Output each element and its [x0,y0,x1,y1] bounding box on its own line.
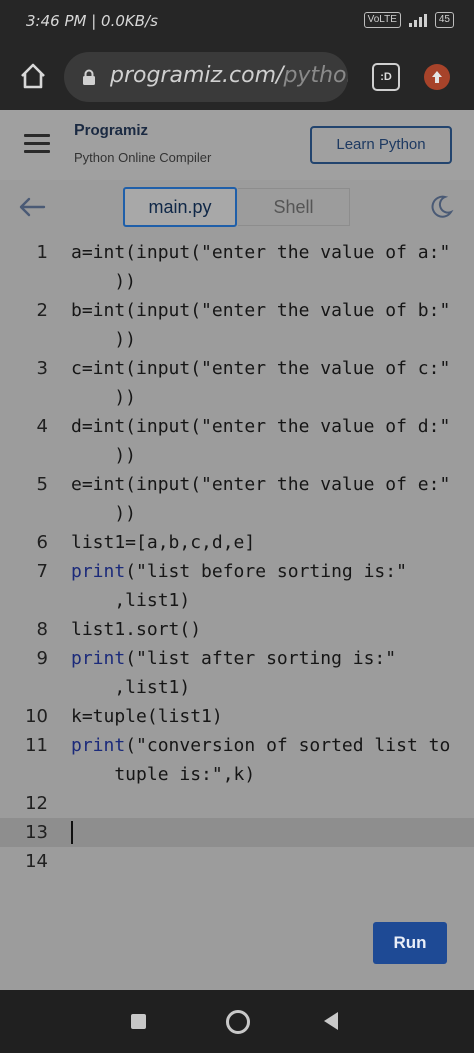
line-number: 9 [36,648,48,669]
line-number: 14 [25,851,48,872]
hamburger-menu-icon[interactable] [24,134,50,154]
battery-icon: 45 [434,12,454,28]
arrow-up-icon [432,71,442,83]
upload-icon[interactable] [424,64,450,90]
home-button-icon[interactable] [226,1010,250,1034]
code-line[interactable]: tuple is:",k) [0,760,474,789]
code-line[interactable]: 10 k=tuple(list1) [0,702,474,731]
url-path: python [283,63,348,88]
code-line[interactable]: 1 a=int(input("enter the value of a:" [0,238,474,267]
programiz-logo[interactable]: Programiz [74,122,148,140]
line-number: 8 [36,619,48,640]
line-number: 5 [36,474,48,495]
code-text: list1.sort() [71,619,202,640]
code-text: a=int(input("enter the value of a:" [71,242,451,263]
code-line[interactable]: 4 d=int(input("enter the value of d:" [0,412,474,441]
url-text: programiz.com/python [110,63,348,88]
status-icons: VoLTE 45 [363,12,454,28]
code-text: ,list1) [71,677,191,698]
code-text: c=int(input("enter the value of c:" [71,358,451,379]
code-text: print("list before sorting is:" [71,561,407,582]
code-text: )) [71,387,137,408]
line-number: 7 [36,561,48,582]
code-line[interactable]: ,list1) [0,673,474,702]
code-line[interactable]: )) [0,441,474,470]
code-text: k=tuple(list1) [71,706,223,727]
site-header: Programiz Python Online Compiler Learn P… [0,110,474,181]
line-number: 4 [36,416,48,437]
dark-mode-moon-icon[interactable] [428,194,454,220]
logo-mark: P [74,122,85,139]
browser-url-bar: programiz.com/python :D [0,44,474,110]
line-number: 1 [36,242,48,263]
code-line[interactable]: 14 [0,847,474,876]
code-text: b=int(input("enter the value of b:" [71,300,451,321]
home-icon[interactable] [18,61,48,91]
code-line[interactable]: 2 b=int(input("enter the value of b:" [0,296,474,325]
keyword-print: print [71,735,126,756]
editor-toolbar: main.py Shell [0,180,474,237]
logo-text: rogramiz [84,122,149,139]
code-line[interactable]: )) [0,383,474,412]
line-number: 6 [36,532,48,553]
status-time: 3:46 PM | 0.0KB/s [26,12,158,30]
network-badge: VoLTE [363,12,401,28]
line-number: 12 [25,793,48,814]
code-text: ,list1) [71,590,191,611]
code-line[interactable]: )) [0,267,474,296]
code-text: )) [71,271,137,292]
line-number: 11 [25,735,48,756]
tabs-switcher-icon[interactable]: :D [372,63,400,91]
keyword-print: print [71,648,126,669]
code-text: )) [71,445,137,466]
keyword-print: print [71,561,126,582]
battery-level: 45 [438,14,450,25]
signal-icon [408,13,427,27]
system-nav-bar [0,990,474,1053]
code-text: e=int(input("enter the value of e:" [71,474,451,495]
back-triangle-icon[interactable] [324,1012,338,1030]
code-line[interactable]: 7 print("list before sorting is:" [0,557,474,586]
active-code-line[interactable]: 13 [0,818,474,847]
code-line[interactable]: 6 list1=[a,b,c,d,e] [0,528,474,557]
code-line[interactable]: 8 list1.sort() [0,615,474,644]
code-text: print("conversion of sorted list to [71,735,451,756]
line-number: 2 [36,300,48,321]
line-number: 13 [25,822,48,843]
lock-icon [83,69,95,85]
code-line[interactable]: ,list1) [0,586,474,615]
recents-icon[interactable] [131,1014,146,1029]
code-line[interactable]: 3 c=int(input("enter the value of c:" [0,354,474,383]
code-line[interactable]: 5 e=int(input("enter the value of e:" [0,470,474,499]
code-text: print("list after sorting is:" [71,648,397,669]
code-line[interactable]: 12 [0,789,474,818]
code-editor[interactable]: 1 a=int(input("enter the value of a:" )) … [0,236,474,990]
tab-shell[interactable]: Shell [238,188,350,226]
run-button[interactable]: Run [373,922,447,964]
status-bar: 3:46 PM | 0.0KB/s VoLTE 45 [0,0,474,44]
code-text: tuple is:",k) [71,764,256,785]
code-text: )) [71,329,137,350]
code-line[interactable]: 9 print("list after sorting is:" [0,644,474,673]
address-bar[interactable]: programiz.com/python [64,52,348,102]
back-arrow-icon[interactable] [18,196,46,218]
code-line[interactable]: )) [0,325,474,354]
tab-main-py[interactable]: main.py [123,187,237,227]
code-text: d=int(input("enter the value of d:" [71,416,451,437]
learn-python-button[interactable]: Learn Python [310,126,452,164]
text-cursor [71,821,73,844]
line-number: 10 [25,706,48,727]
code-line[interactable]: 11 print("conversion of sorted list to [0,731,474,760]
code-text: list1=[a,b,c,d,e] [71,532,256,553]
code-text: )) [71,503,137,524]
url-domain: programiz.com/ [110,63,284,88]
code-line[interactable]: )) [0,499,474,528]
line-number: 3 [36,358,48,379]
page-subtitle: Python Online Compiler [74,150,212,165]
